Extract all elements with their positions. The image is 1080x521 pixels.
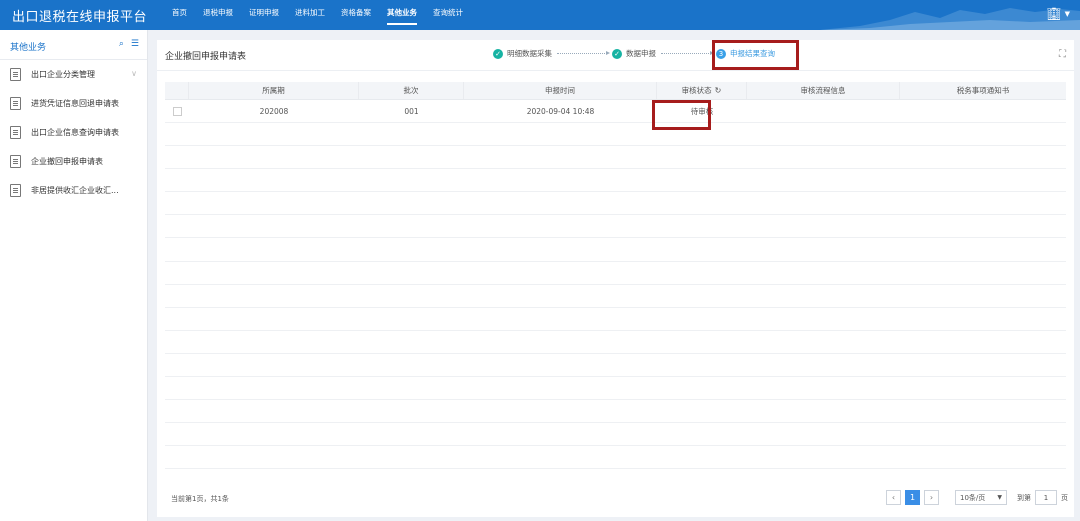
col-status[interactable]: 审核状态 ↻ [657,82,747,99]
step-label: 明细数据采集 [507,49,552,58]
next-page-button[interactable]: › [924,490,939,505]
cell-notice [900,100,1066,122]
table-row-empty [165,238,1066,262]
data-table: 所属期 批次 申报时间 审核状态 ↻ 审核流程信息 税务事项通知书 202008… [165,82,1066,470]
sidebar-header: 其他业务 ⌕ ☰ [0,30,147,60]
table-footer: 当前第1页，共1条 ‹ 1 › 10条/页 ▼ 到第 1 页 [157,486,1074,517]
sidebar-title: 其他业务 [10,43,47,53]
sidebar-item-label: 进货凭证信息回退申请表 [31,99,119,108]
table-row-empty [165,446,1066,470]
table-row[interactable]: 202008 001 2020-09-04 10:48 待审核 [165,100,1066,123]
sidebar-item-label: 出口企业分类管理 [31,70,95,79]
sidebar-item-withdraw[interactable]: 企业撤回申报申请表 [0,147,147,176]
col-time: 申报时间 [464,82,657,99]
check-icon: ✓ [612,48,622,59]
page-title: 企业撤回申报申请表 [165,52,247,62]
step-arrow [557,51,610,55]
search-icon[interactable]: ⌕ [119,39,124,49]
table-row-empty [165,285,1066,308]
page-info: 当前第1页，共1条 [171,495,229,503]
cell-time: 2020-09-04 10:48 [526,106,595,116]
doc-list-icon [10,184,21,197]
fullscreen-icon[interactable]: ⛶ [1059,49,1066,60]
col-notice: 税务事项通知书 [956,86,1010,95]
table-row-empty [165,262,1066,285]
page-size-value: 10条/页 [960,493,986,502]
cell-batch: 001 [404,106,419,116]
building-icon: 🏢︎ [1046,7,1062,21]
row-checkbox[interactable] [172,106,182,116]
page-button-1[interactable]: 1 [905,490,920,505]
col-flow: 审核流程信息 [747,82,900,99]
check-icon: ✓ [493,48,503,59]
pagination: ‹ 1 › 10条/页 ▼ 到第 1 页 [886,490,1068,505]
goto-page-input[interactable]: 1 [1035,490,1057,505]
annotation-box [712,40,799,70]
col-status-label: 审核状态 [681,86,712,95]
chevron-down-icon: ∨ [131,69,137,78]
prev-page-button[interactable]: ‹ [886,490,901,505]
table-row-empty [165,331,1066,354]
cell-flow [747,100,900,122]
cell-period: 202008 [259,106,289,116]
sidebar-item-classification[interactable]: 出口企业分类管理 ∨ [0,60,147,89]
nav-query-stats[interactable]: 查询统计 [425,0,471,30]
sidebar-item-label: 非居提供收汇企业收汇... [31,186,119,195]
table-row-empty [165,146,1066,170]
refresh-icon[interactable]: ↻ [715,86,722,95]
nav-qualification[interactable]: 资格备案 [333,0,379,30]
table-row-empty [165,192,1066,216]
goto-label: 到第 [1017,493,1031,502]
table-row-empty [165,308,1066,331]
doc-search-icon [10,126,21,139]
nav-processing[interactable]: 进料加工 [287,0,333,30]
table-row-empty [165,354,1066,378]
nav-other-business[interactable]: 其他业务 [379,0,425,30]
col-batch: 批次 [359,82,464,99]
nav-certificate[interactable]: 证明申报 [241,0,287,30]
step-collect[interactable]: ✓ 明细数据采集 [493,48,552,59]
table-row-empty [165,377,1066,401]
table-row-empty [165,169,1066,193]
nav-home[interactable]: 首页 [164,0,195,30]
table-row-empty [165,215,1066,239]
sidebar-item-nonresident[interactable]: 非居提供收汇企业收汇... [0,176,147,205]
mountain-decoration [820,8,1080,30]
doc-chart-icon [10,155,21,168]
sidebar-item-voucher-rollback[interactable]: 进货凭证信息回退申请表 [0,89,147,118]
table-header: 所属期 批次 申报时间 审核状态 ↻ 审核流程信息 税务事项通知书 [165,82,1066,100]
step-submit[interactable]: ✓ 数据申报 [612,48,656,59]
app-title: 出口退税在线申报平台 [12,10,148,25]
table-row-empty [165,400,1066,424]
col-period: 所属期 [189,82,359,99]
table-row-empty [165,123,1066,147]
caret-down-icon: ▼ [997,494,1002,501]
caret-down-icon: ▼ [1064,10,1070,18]
doc-refresh-icon [10,97,21,110]
sidebar-item-info-query[interactable]: 出口企业信息查询申请表 [0,118,147,147]
col-select [165,82,189,99]
user-menu[interactable]: 🏢︎ ▼ [1046,7,1070,21]
sidebar-item-label: 企业撤回申报申请表 [31,157,103,166]
top-bar: 出口退税在线申报平台 首页 退税申报 证明申报 进料加工 资格备案 其他业务 查… [0,0,1080,30]
main-nav: 首页 退税申报 证明申报 进料加工 资格备案 其他业务 查询统计 [164,0,471,30]
row-select-cell [165,100,189,122]
collapse-menu-icon[interactable]: ☰ [131,39,139,49]
sidebar-tools: ⌕ ☰ [119,39,139,49]
page-size-select[interactable]: 10条/页 ▼ [955,490,1007,505]
page-unit-label: 页 [1061,493,1068,502]
sidebar: 其他业务 ⌕ ☰ 出口企业分类管理 ∨ 进货凭证信息回退申请表 出口企业信息查询… [0,30,148,521]
step-arrow [661,51,714,55]
sidebar-item-label: 出口企业信息查询申请表 [31,128,119,137]
table-row-empty [165,423,1066,447]
nav-tax-refund[interactable]: 退税申报 [195,0,241,30]
panel-header: 企业撤回申报申请表 ✓ 明细数据采集 ✓ 数据申报 3 申报结果查询 ⛶ [157,40,1074,71]
annotation-box [652,100,711,130]
main-panel: 企业撤回申报申请表 ✓ 明细数据采集 ✓ 数据申报 3 申报结果查询 ⛶ 所属期… [157,40,1074,517]
step-label: 数据申报 [626,49,656,58]
doc-icon [10,68,21,81]
